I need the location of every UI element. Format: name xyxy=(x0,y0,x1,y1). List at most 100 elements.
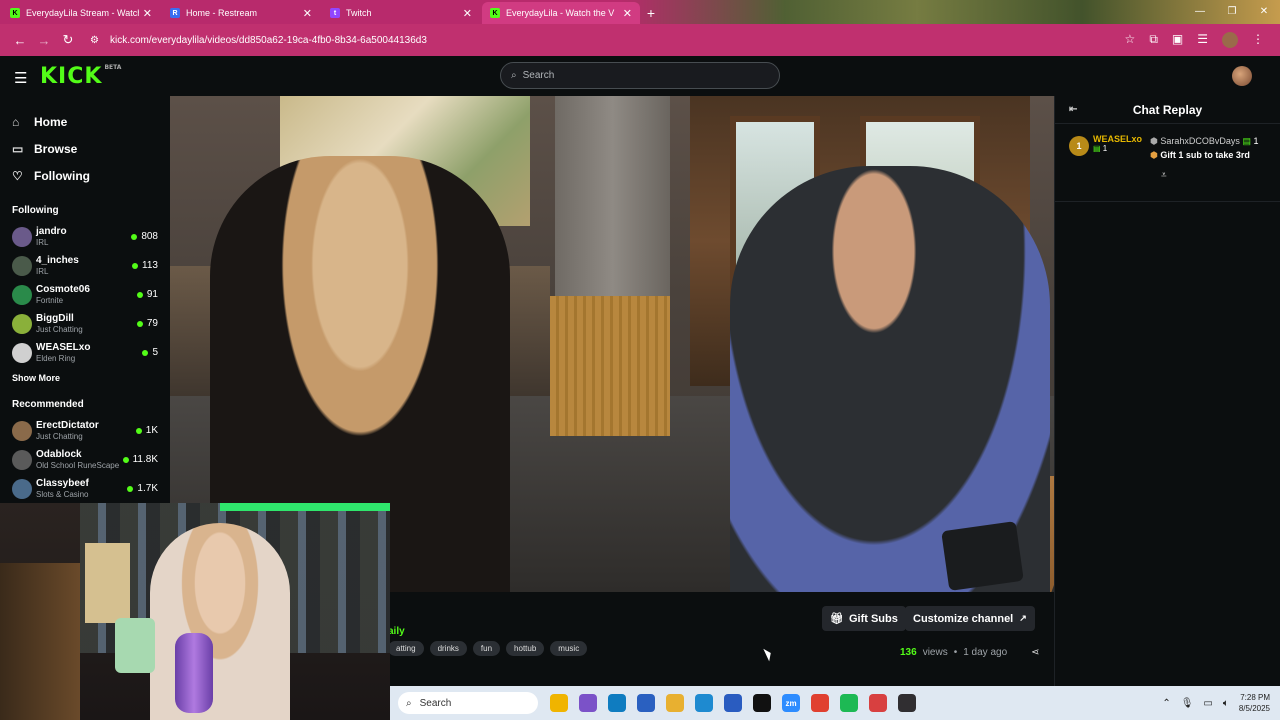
spotify-icon[interactable] xyxy=(840,694,858,712)
share-icon[interactable]: ⋖ xyxy=(1031,647,1039,658)
url-text: kick.com/everydaylila/videos/dd850a62-19… xyxy=(110,34,427,46)
sidebar-nav-label: Following xyxy=(34,168,90,183)
channel-item[interactable]: 4_inches IRL 113 xyxy=(0,251,170,280)
file-explorer-icon[interactable] xyxy=(550,694,568,712)
channel-item[interactable]: ErectDictator Just Chatting 1K xyxy=(0,416,170,445)
kick-logo[interactable]: KICK BETA xyxy=(40,64,121,89)
customize-channel-button[interactable]: Customize channel ↗ xyxy=(905,606,1035,631)
browser-tab[interactable]: K EverydayLila Stream - Watch Li ✕ xyxy=(2,2,160,24)
maximize-button[interactable]: ❐ xyxy=(1216,0,1248,22)
bookmark-star-icon[interactable]: ☆ xyxy=(1125,32,1136,48)
site-info-icon[interactable]: ⚙ xyxy=(90,35,104,46)
main-nav: ⌂ Home ▭ Browse ♡ Following xyxy=(0,96,170,189)
browser-tab[interactable]: K EverydayLila - Watch the V ✕ xyxy=(482,2,640,24)
system-tray: ⌃ 🎙︎ ▭ 🔈︎ 7:28 PM 8/5/2025 xyxy=(1162,686,1270,720)
search-input[interactable]: ⌕ Search xyxy=(500,62,780,89)
channel-name-link[interactable]: aily xyxy=(388,626,405,637)
channel-text: ErectDictator Just Chatting xyxy=(36,420,136,442)
url-field[interactable]: ⚙ kick.com/everydaylila/videos/dd850a62-… xyxy=(90,28,1125,52)
tab-close-icon[interactable]: ✕ xyxy=(463,7,472,20)
chrome-profile-icon[interactable] xyxy=(869,694,887,712)
tag-chip[interactable]: fun xyxy=(472,641,501,656)
tag-chip[interactable]: music xyxy=(550,641,588,656)
tray-overflow-icon[interactable]: ⌃ xyxy=(1162,698,1170,709)
back-button[interactable]: ← xyxy=(8,33,32,48)
close-window-button[interactable]: ✕ xyxy=(1248,0,1280,22)
live-dot-icon xyxy=(136,320,143,327)
volume-icon[interactable]: 🔈︎ xyxy=(1223,698,1229,709)
tab-bar-theme-background xyxy=(620,0,1280,24)
channel-name: 4_inches xyxy=(36,254,79,266)
sidebar-nav-home[interactable]: ⌂ Home xyxy=(12,108,170,135)
live-dot-icon xyxy=(135,427,142,434)
user-avatar[interactable] xyxy=(1232,66,1252,86)
gift-subs-button[interactable]: 🎁︎ Gift Subs xyxy=(822,606,906,631)
tab-close-icon[interactable]: ✕ xyxy=(303,7,312,20)
show-more-button[interactable]: Show More xyxy=(0,373,170,383)
channel-item[interactable]: Cosmote06 Fortnite 91 xyxy=(0,280,170,309)
viewer-count: 5 xyxy=(142,347,158,358)
menu-kebab-icon[interactable]: ⋮ xyxy=(1252,32,1264,48)
browser-tab[interactable]: R Home - Restream ✕ xyxy=(162,2,320,24)
hamburger-menu-icon[interactable]: ☰ xyxy=(14,69,27,87)
tag-chip[interactable]: hottub xyxy=(506,641,545,656)
tag-chip[interactable]: drinks xyxy=(429,641,467,656)
extensions-icon[interactable]: ⧉ xyxy=(1149,32,1158,48)
reading-list-icon[interactable]: ☰ xyxy=(1197,32,1208,48)
clock[interactable]: 7:28 PM 8/5/2025 xyxy=(1239,692,1270,714)
tab-close-icon[interactable]: ✕ xyxy=(143,7,152,20)
webcam-streamer xyxy=(150,523,290,720)
channel-item[interactable]: Classybeef Slots & Casino 1.7K xyxy=(0,474,170,503)
toolbar-icons: ☆ ⧉ ▣ ☰ ⋮ xyxy=(1125,32,1264,48)
channel-item[interactable]: BiggDill Just Chatting 79 xyxy=(0,309,170,338)
copilot-icon[interactable] xyxy=(579,694,597,712)
channel-name: Odablock xyxy=(36,448,82,460)
channel-item[interactable]: WEASELxo Elden Ring 5 xyxy=(0,338,170,367)
collapse-chat-icon[interactable]: ⇤ xyxy=(1069,104,1077,115)
expand-chevron-icon[interactable]: ⩡ xyxy=(1161,170,1167,181)
folder-icon[interactable] xyxy=(666,694,684,712)
new-tab-button[interactable]: + xyxy=(640,2,662,24)
gift-message: Gift 1 sub to take 3rd xyxy=(1160,150,1250,160)
channel-item[interactable]: jandro IRL 808 xyxy=(0,222,170,251)
rank-badge: 1 xyxy=(1069,136,1089,156)
sidebar-nav-browse[interactable]: ▭ Browse xyxy=(12,135,170,162)
gift-prompt[interactable]: ⬢ SarahxDCOBvDays ▤ 1 ⬢ Gift 1 sub to ta… xyxy=(1150,134,1258,195)
office-icon[interactable] xyxy=(724,694,742,712)
tab-strip: K EverydayLila Stream - Watch Li ✕R Home… xyxy=(0,2,640,24)
chrome-icon[interactable] xyxy=(811,694,829,712)
profile-avatar[interactable] xyxy=(1222,32,1238,48)
browser-tab[interactable]: t Twitch ✕ xyxy=(322,2,480,24)
video-age: 1 day ago xyxy=(963,647,1008,658)
chat-title: Chat Replay xyxy=(1132,102,1203,117)
webcam-led-strip xyxy=(220,503,390,511)
top-gifter[interactable]: WEASELxo ▤ 1 xyxy=(1093,134,1142,195)
channel-avatar xyxy=(12,284,32,305)
channel-item[interactable]: Odablock Old School RuneScape 11.8K xyxy=(0,445,170,474)
store-icon[interactable] xyxy=(637,694,655,712)
obs-icon[interactable] xyxy=(898,694,916,712)
live-dot-icon xyxy=(122,456,129,463)
forward-button[interactable]: → xyxy=(32,33,56,48)
taskbar-search[interactable]: ⌕ Search xyxy=(398,692,538,714)
webcam-toy xyxy=(115,618,155,673)
cast-icon[interactable]: ▣ xyxy=(1172,32,1183,48)
tag-chip[interactable]: atting xyxy=(388,641,424,656)
minimize-button[interactable]: — xyxy=(1184,0,1216,22)
channel-category: IRL xyxy=(36,237,49,247)
tab-close-icon[interactable]: ✕ xyxy=(623,7,632,20)
microphone-icon[interactable]: 🎙︎ xyxy=(1181,698,1194,709)
tab-title: EverydayLila Stream - Watch Li xyxy=(26,8,139,18)
channel-text: 4_inches IRL xyxy=(36,255,132,277)
webcam-poster xyxy=(85,543,130,623)
taskbar-search-placeholder: Search xyxy=(419,697,452,709)
edge-icon[interactable] xyxy=(608,694,626,712)
sidebar-nav-following[interactable]: ♡ Following xyxy=(12,162,170,189)
edge-browser-icon[interactable] xyxy=(695,694,713,712)
reload-button[interactable]: ↻ xyxy=(56,32,80,48)
capcut-icon[interactable] xyxy=(753,694,771,712)
sidebar-nav-label: Browse xyxy=(34,141,78,156)
network-icon[interactable]: ▭ xyxy=(1203,698,1212,709)
zoom-icon[interactable]: zm xyxy=(782,694,800,712)
channel-text: Classybeef Slots & Casino xyxy=(36,478,127,500)
